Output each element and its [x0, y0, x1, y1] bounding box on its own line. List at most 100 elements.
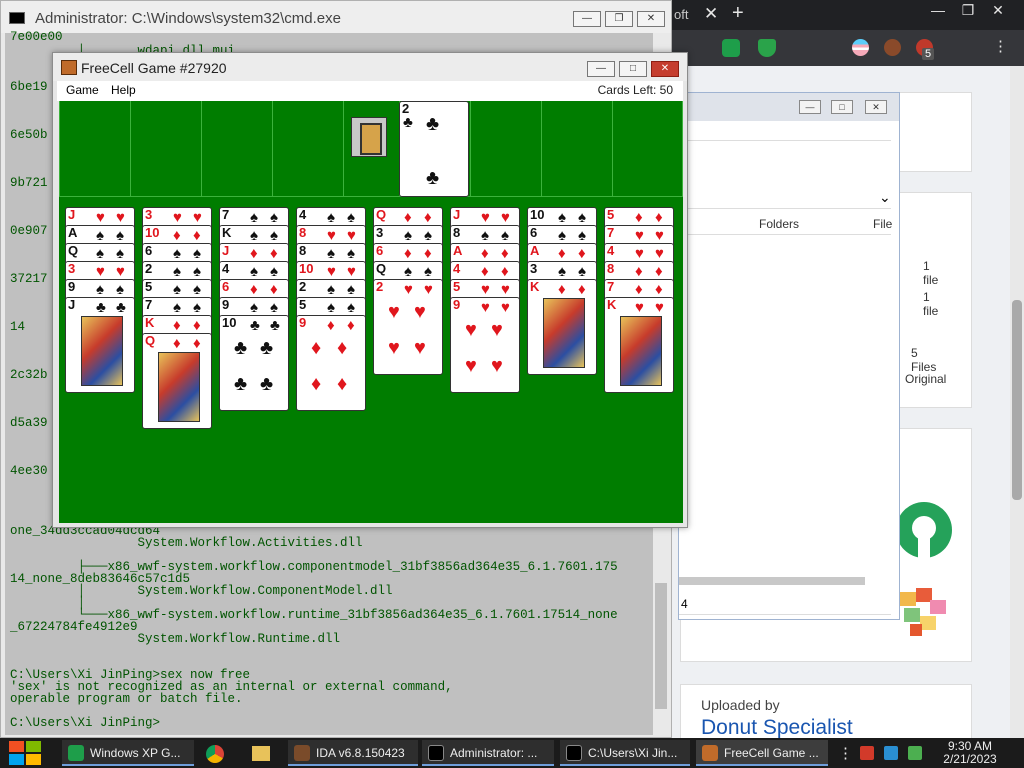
card-pip: ♣ [426, 167, 440, 189]
freecell-menu-bar: Game Help Cards Left: 50 [57, 81, 683, 101]
network-tray-icon[interactable] [884, 746, 898, 760]
card-suit-icon: ♠ [250, 299, 258, 316]
taskbar-overflow-icon[interactable]: ⋮ [838, 744, 853, 762]
browser-minimize-button[interactable]: — [923, 2, 953, 18]
card-suit-icon: ♠ [173, 263, 181, 280]
card-suit-icon: ♦ [578, 245, 586, 262]
new-tab-button[interactable]: + [732, 2, 744, 25]
card-rank: 8 [607, 261, 615, 276]
folder-icon[interactable] [252, 746, 270, 761]
tableau-card[interactable]: K ♥ ♥ [604, 297, 674, 393]
card-pip: ♣ [426, 113, 440, 135]
browser-restore-button[interactable]: ❐ [953, 2, 983, 19]
freecell-icon [702, 745, 718, 761]
list-item[interactable]: Original [905, 372, 946, 386]
cmd-minimize-button[interactable]: — [573, 11, 601, 27]
tableau-card[interactable]: Q ♦ ♦ [142, 333, 212, 429]
cmd-restore-button[interactable]: ❐ [605, 11, 633, 27]
card-suit-icon: ♠ [193, 299, 201, 316]
cmd-scrollbar-thumb[interactable] [655, 583, 667, 709]
card-suit-icon: ♦ [501, 245, 509, 262]
freecell-title-bar[interactable]: FreeCell Game #27920 — □ ✕ [53, 53, 687, 81]
freecell-minimize-button[interactable]: — [587, 61, 615, 77]
browser-menu-icon[interactable]: ⋮ [993, 37, 1008, 55]
profile-avatar-icon[interactable] [884, 39, 901, 56]
browser-close-button[interactable]: ✕ [983, 2, 1013, 19]
taskbar-item-cmd-user[interactable]: C:\Users\Xi Jin... [560, 740, 690, 766]
menu-game[interactable]: Game [66, 83, 99, 97]
volume-tray-icon[interactable] [908, 746, 922, 760]
card-rank: 4 [453, 261, 461, 276]
explorer-minimize-button[interactable]: — [799, 100, 821, 114]
freecell-maximize-button[interactable]: □ [619, 61, 647, 77]
foundation-cell[interactable] [470, 101, 541, 197]
card-suit-icon: ♥ [327, 227, 336, 244]
explorer-close-button[interactable]: ✕ [865, 100, 887, 114]
flag-tray-icon[interactable] [860, 746, 874, 760]
free-cell[interactable] [201, 101, 272, 197]
card-pip: ♥ [414, 301, 426, 323]
card-rank: 7 [145, 297, 153, 312]
card-suit-icon: ♠ [347, 209, 355, 226]
card-suit-icon: ♠ [424, 263, 432, 280]
explorer-dropdown[interactable]: ⌄ [679, 189, 891, 209]
taskbar-item-ida[interactable]: IDA v6.8.150423 [288, 740, 418, 766]
flag-avatar-icon[interactable] [852, 39, 869, 56]
folders-column[interactable]: Folders [759, 217, 799, 231]
card-rank: 3 [376, 225, 384, 240]
card-suit-icon: ♠ [270, 209, 278, 226]
tableau-card[interactable]: 10 ♣ ♣ ♣ ♣ ♣ ♣ [219, 315, 289, 411]
start-button[interactable] [9, 741, 43, 765]
taskbar-item-cmd-admin[interactable]: Administrator: ... [422, 740, 554, 766]
card-pip: ♣ [260, 337, 274, 359]
free-cell[interactable] [272, 101, 344, 197]
taskbar-item-windows-xp[interactable]: Windows XP G... [62, 740, 194, 766]
list-item[interactable]: 5 Files [911, 346, 936, 374]
foundation-cell[interactable] [612, 101, 683, 197]
tab-close-button[interactable]: ✕ [704, 4, 718, 24]
card-pip: ♦ [311, 337, 322, 359]
dropdown-arrow-icon[interactable]: ⌄ [879, 189, 891, 206]
card-suit-icon: ♦ [270, 281, 278, 298]
cmd-title-bar[interactable]: Administrator: C:\Windows\system32\cmd.e… [1, 1, 671, 33]
free-cell[interactable] [130, 101, 201, 197]
chrome-icon[interactable] [206, 745, 224, 763]
foundation-cell[interactable] [541, 101, 612, 197]
card-suit-icon: ♠ [558, 263, 566, 280]
file-column[interactable]: File [873, 217, 892, 231]
card-suit-icon: ♦ [501, 263, 509, 280]
card-rank: J [68, 297, 76, 312]
free-cell[interactable] [59, 101, 130, 197]
card-suit-icon: ♦ [655, 281, 663, 298]
menu-help[interactable]: Help [111, 83, 136, 97]
list-item[interactable]: 1 file [923, 290, 938, 318]
tableau-card[interactable]: K ♦ ♦ [527, 279, 597, 375]
taskbar-clock[interactable]: 9:30 AM 2/21/2023 [940, 740, 1000, 766]
page-scrollbar-thumb[interactable] [1012, 300, 1022, 500]
card-rank: 4 [607, 243, 615, 258]
card-pip: ♥ [491, 355, 503, 377]
taskbar-item-freecell[interactable]: FreeCell Game ... [696, 740, 828, 766]
shield-extension-icon[interactable] [758, 39, 776, 57]
console-line: d5a39 [10, 416, 48, 430]
explorer-hscroll[interactable] [679, 577, 865, 585]
uploader-link[interactable]: Donut Specialist [701, 716, 853, 740]
chat-extension-icon[interactable] [722, 39, 740, 57]
card-rank: 7 [607, 279, 615, 294]
explorer-address-bar[interactable] [679, 121, 891, 141]
tableau-card[interactable]: 2 ♥ ♥ ♥ ♥ ♥ ♥ [373, 279, 443, 375]
explorer-maximize-button[interactable]: □ [831, 100, 853, 114]
card-suit-icon: ♠ [327, 281, 335, 298]
card-suit-icon: ♠ [558, 209, 566, 226]
list-item[interactable]: 1 file [923, 259, 938, 287]
windows-logo-icon [9, 754, 24, 765]
tableau-card[interactable]: J ♣ ♣ [65, 297, 135, 393]
freecell-close-button[interactable]: ✕ [651, 61, 679, 77]
explorer-title-bar[interactable]: — □ ✕ [679, 93, 899, 121]
foundation-card[interactable]: 2 ♣ ♣ ♣ [399, 101, 469, 197]
cmd-close-button[interactable]: ✕ [637, 11, 665, 27]
game-table[interactable]: 2 ♣ ♣ ♣ J ♥ ♥ A ♠ ♠ Q ♠ ♠ 3 ♥ ♥ 9 ♠ ♠ J ♣ ♣ 3 ♥ ♥ 10 ♦ ♦ 6 ♠ ♠ 2 ♠ ♠ 5… [59, 101, 683, 523]
browser-tab-title[interactable]: oft [674, 7, 688, 22]
card-suit-icon: ♠ [347, 245, 355, 262]
tableau-card[interactable]: 9 ♥ ♥ ♥ ♥ ♥ ♥ [450, 297, 520, 393]
